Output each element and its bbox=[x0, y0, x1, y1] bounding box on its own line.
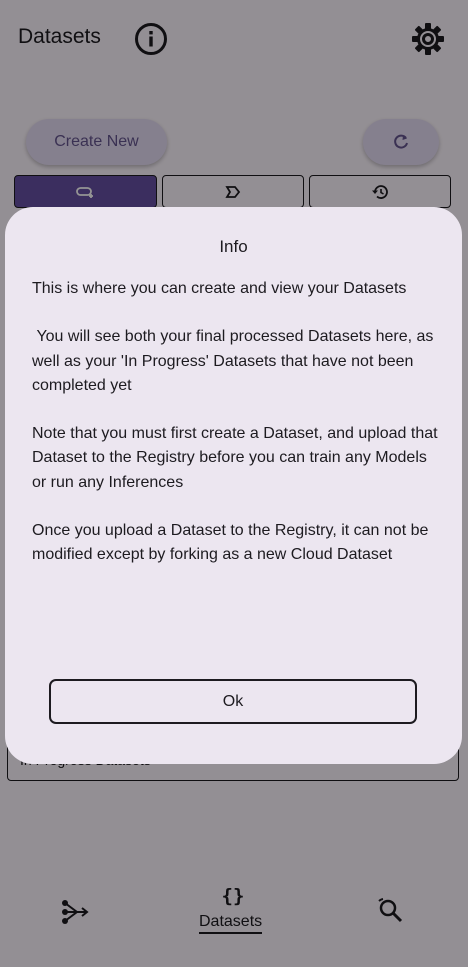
dialog-body: This is where you can create and view yo… bbox=[32, 277, 440, 592]
dialog-paragraph: Note that you must first create a Datase… bbox=[32, 425, 438, 491]
dialog-title: Info bbox=[219, 237, 248, 256]
ok-button[interactable]: Ok bbox=[49, 679, 417, 724]
dialog-paragraph: This is where you can create and view yo… bbox=[32, 280, 407, 297]
dialog-paragraph: You will see both your final processed D… bbox=[32, 328, 438, 394]
info-dialog: Info This is where you can create and vi… bbox=[5, 207, 462, 764]
dialog-paragraph: Once you upload a Dataset to the Registr… bbox=[32, 521, 429, 564]
